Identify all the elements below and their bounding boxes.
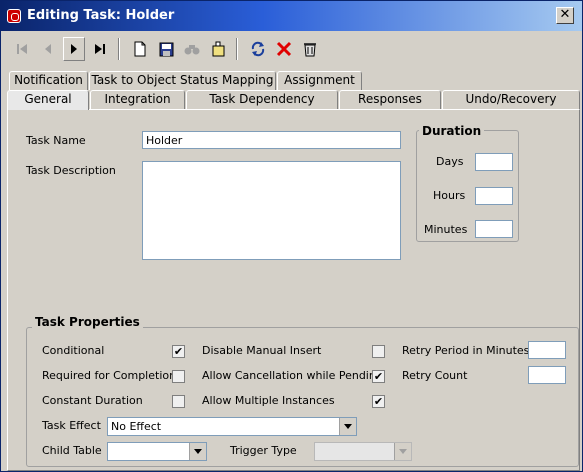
conditional-label: Conditional (42, 344, 105, 357)
allow-multiple-instances-checkbox[interactable]: ✔ (372, 395, 385, 408)
tab-undo-recovery[interactable]: Undo/Recovery (442, 90, 580, 109)
task-properties-title: Task Properties (32, 315, 143, 329)
tab-assignment[interactable]: Assignment (277, 71, 362, 90)
minutes-label: Minutes (424, 223, 468, 236)
refresh-button[interactable] (247, 37, 269, 61)
refresh-icon (251, 41, 265, 57)
tab-responses[interactable]: Responses (339, 90, 441, 109)
previous-record-button[interactable] (37, 37, 59, 61)
task-description-textarea[interactable] (142, 161, 401, 260)
constant-duration-checkbox[interactable] (172, 395, 185, 408)
trigger-type-label: Trigger Type (230, 444, 297, 457)
required-for-completion-label: Required for Completion (42, 369, 177, 382)
delete-button[interactable] (273, 37, 295, 61)
disable-manual-insert-checkbox[interactable] (372, 345, 385, 358)
tab-task-dependency[interactable]: Task Dependency (186, 90, 338, 109)
trash-button[interactable] (299, 37, 321, 61)
first-record-icon (17, 44, 27, 54)
hours-input[interactable] (475, 187, 513, 205)
child-table-dropdown[interactable] (107, 442, 207, 461)
first-record-button[interactable] (11, 37, 33, 61)
constant-duration-label: Constant Duration (42, 394, 143, 407)
retry-count-label: Retry Count (402, 369, 468, 382)
tab-general[interactable]: General (7, 90, 89, 110)
allow-cancellation-checkbox[interactable]: ✔ (372, 370, 385, 383)
allow-cancellation-label: Allow Cancellation while Pending (202, 369, 383, 382)
task-name-input[interactable]: Holder (142, 131, 401, 149)
copy-icon (212, 41, 225, 57)
last-record-icon (95, 44, 105, 54)
title-bar: Editing Task: Holder ✕ (1, 1, 582, 31)
minutes-input[interactable] (475, 220, 513, 238)
task-effect-value: No Effect (111, 420, 162, 433)
chevron-down-icon[interactable] (339, 418, 356, 435)
tab-task-to-object-status-mapping[interactable]: Task to Object Status Mapping (89, 71, 276, 90)
app-logo-icon (7, 9, 21, 23)
general-panel: Task Name Holder Task Description Durati… (7, 109, 580, 471)
disable-manual-insert-label: Disable Manual Insert (202, 344, 322, 357)
task-description-label: Task Description (26, 164, 116, 177)
task-effect-label: Task Effect (42, 419, 101, 432)
find-icon (184, 45, 200, 55)
editing-task-window: Editing Task: Holder ✕ Notification Task… (0, 0, 583, 472)
new-button[interactable] (129, 37, 151, 61)
window-title: Editing Task: Holder (27, 8, 175, 23)
previous-record-icon (45, 44, 51, 54)
conditional-checkbox[interactable]: ✔ (172, 345, 185, 358)
required-for-completion-checkbox[interactable] (172, 370, 185, 383)
chevron-down-icon[interactable] (394, 443, 411, 460)
delete-icon (276, 41, 292, 57)
trigger-type-dropdown[interactable] (314, 442, 412, 461)
find-button[interactable] (181, 37, 203, 61)
duration-title: Duration (419, 124, 485, 138)
close-button[interactable]: ✕ (556, 7, 574, 24)
next-record-icon (71, 44, 77, 54)
next-record-button[interactable] (63, 37, 85, 61)
copy-button[interactable] (207, 37, 229, 61)
tab-notification[interactable]: Notification (9, 71, 88, 90)
new-icon (134, 41, 146, 57)
allow-multiple-instances-label: Allow Multiple Instances (202, 394, 335, 407)
hours-label: Hours (433, 189, 466, 202)
days-label: Days (436, 155, 464, 168)
retry-period-label: Retry Period in Minutes (402, 344, 530, 357)
save-icon (159, 42, 173, 56)
child-table-label: Child Table (42, 444, 102, 457)
retry-period-input[interactable] (528, 341, 566, 359)
tab-integration[interactable]: Integration (90, 90, 185, 109)
save-button[interactable] (155, 37, 177, 61)
task-effect-dropdown[interactable]: No Effect (107, 417, 357, 436)
chevron-down-icon[interactable] (189, 443, 206, 460)
retry-count-input[interactable] (528, 366, 566, 384)
toolbar (1, 32, 582, 66)
task-name-label: Task Name (26, 134, 86, 147)
last-record-button[interactable] (89, 37, 111, 61)
days-input[interactable] (475, 153, 513, 171)
trash-icon (304, 43, 316, 57)
